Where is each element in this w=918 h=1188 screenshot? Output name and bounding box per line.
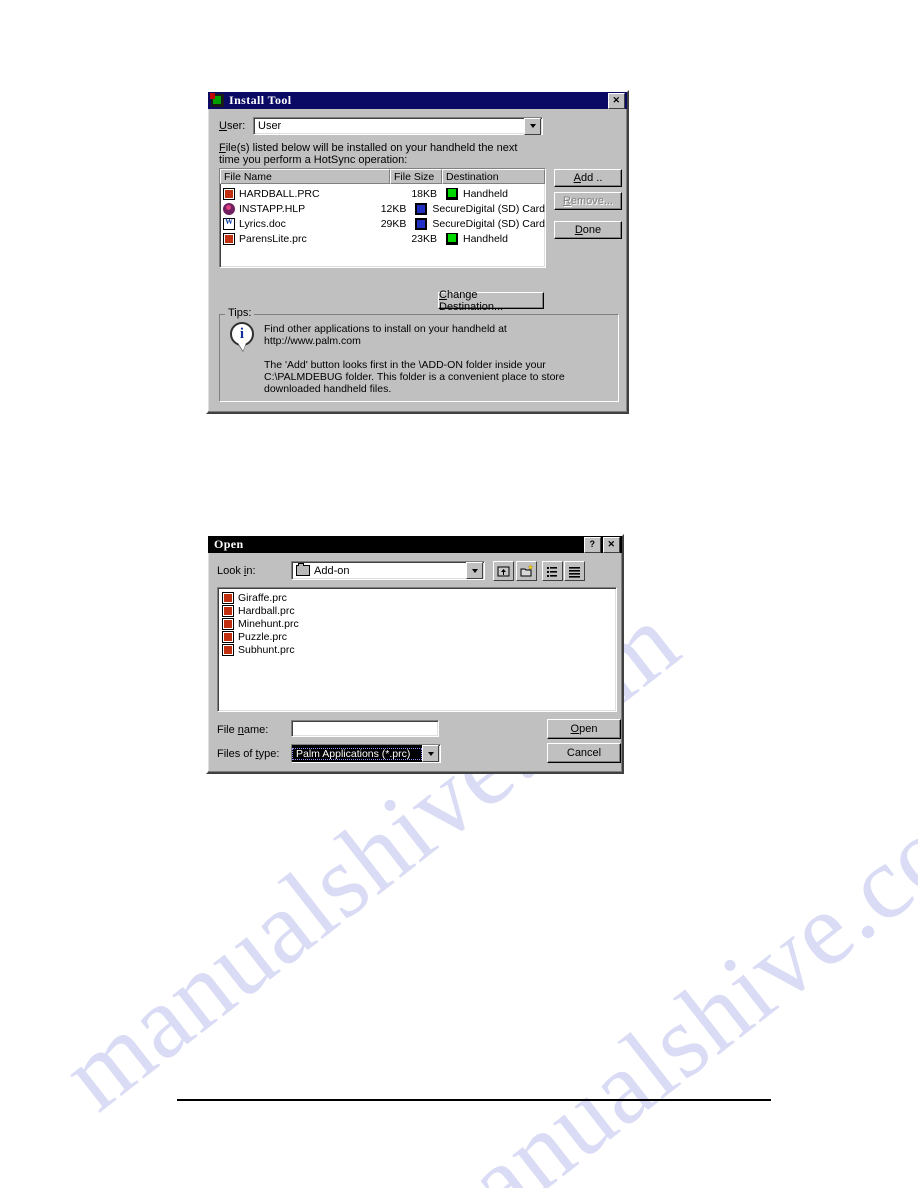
sd-card-icon	[415, 217, 428, 230]
list-item[interactable]: Hardball.prc	[218, 604, 616, 617]
file-name-input[interactable]	[291, 720, 439, 737]
palm-install-icon	[210, 93, 224, 107]
prc-app-icon	[222, 617, 234, 630]
prc-app-icon	[222, 643, 234, 656]
table-row[interactable]: ParensLite.prc 23KB Handheld	[220, 231, 545, 246]
file-name: Hardball.prc	[238, 604, 295, 617]
install-file-list-header: File Name File Size Destination	[220, 169, 545, 184]
file-destination: Handheld	[463, 187, 508, 200]
files-of-type-value: Palm Applications (*.prc)	[292, 747, 422, 760]
file-size: 29KB	[380, 217, 407, 230]
info-icon: i	[230, 322, 254, 346]
look-in-combobox[interactable]: Add-on	[291, 561, 485, 580]
file-destination: Handheld	[463, 232, 508, 245]
file-destination: SecureDigital (SD) Card	[432, 202, 545, 215]
tips-line-5: downloaded handheld files.	[264, 383, 392, 395]
sd-card-icon	[415, 202, 428, 215]
watermark-text: manualshive.com	[381, 742, 918, 1188]
word-doc-icon	[223, 217, 235, 230]
instructions-line-1: File(s) listed below will be installed o…	[219, 142, 518, 154]
look-in-label: Look in:	[217, 565, 256, 577]
chevron-down-icon[interactable]	[466, 562, 483, 579]
done-button[interactable]: Done	[554, 221, 622, 239]
open-dialog-title: Open	[214, 537, 244, 551]
files-of-type-combobox[interactable]: Palm Applications (*.prc)	[291, 744, 441, 763]
details-view-icon[interactable]	[564, 561, 585, 581]
install-tool-dialog: Install Tool ✕ User: User File(s) listed…	[206, 90, 629, 414]
open-button[interactable]: Open	[547, 719, 621, 739]
open-file-list[interactable]: Giraffe.prc Hardball.prc Minehunt.prc Pu…	[217, 587, 617, 712]
close-icon[interactable]: ✕	[603, 536, 620, 553]
file-name-label: File name:	[217, 724, 269, 736]
handheld-icon	[446, 232, 458, 245]
file-name: Minehunt.prc	[238, 617, 299, 630]
column-header-destination[interactable]: Destination	[442, 169, 545, 184]
help-icon[interactable]: ?	[584, 536, 601, 553]
install-tool-title: Install Tool	[229, 93, 292, 107]
file-name: Puzzle.prc	[238, 630, 288, 643]
list-view-icon[interactable]	[542, 561, 563, 581]
footer-divider	[177, 1099, 771, 1101]
tips-heading: Tips:	[225, 307, 255, 319]
tips-line-3: The 'Add' button looks first in the \ADD…	[264, 359, 546, 371]
file-name: Lyrics.doc	[239, 217, 286, 230]
handheld-icon	[446, 187, 458, 200]
help-file-icon	[223, 202, 235, 215]
column-header-file-name[interactable]: File Name	[220, 169, 390, 184]
list-item[interactable]: Subhunt.prc	[218, 643, 616, 656]
install-tool-titlebar[interactable]: Install Tool ✕	[208, 92, 627, 109]
add-button[interactable]: Add ..	[554, 169, 622, 187]
file-name: Giraffe.prc	[238, 591, 287, 604]
open-dialog-titlebar[interactable]: Open ? ✕	[208, 536, 622, 553]
close-icon[interactable]: ✕	[608, 92, 625, 109]
install-file-list[interactable]: File Name File Size Destination HARDBALL…	[219, 168, 546, 268]
chevron-down-icon[interactable]	[524, 117, 541, 135]
list-item[interactable]: Puzzle.prc	[218, 630, 616, 643]
up-one-level-icon[interactable]	[493, 561, 514, 581]
remove-button: Remove...	[554, 192, 622, 210]
list-item[interactable]: Minehunt.prc	[218, 617, 616, 630]
file-name: HARDBALL.PRC	[239, 187, 320, 200]
file-size: 18KB	[411, 187, 437, 200]
prc-app-icon	[222, 630, 234, 643]
new-folder-icon[interactable]	[516, 561, 537, 581]
folder-icon	[296, 563, 310, 576]
prc-app-icon	[222, 604, 234, 617]
prc-app-icon	[222, 591, 234, 604]
chevron-down-icon[interactable]	[422, 745, 439, 762]
table-row[interactable]: HARDBALL.PRC 18KB Handheld	[220, 186, 545, 201]
table-row[interactable]: INSTAPP.HLP 12KB SecureDigital (SD) Card	[220, 201, 545, 216]
prc-app-icon	[223, 187, 235, 200]
user-combobox[interactable]: User	[253, 117, 543, 135]
list-item[interactable]: Giraffe.prc	[218, 591, 616, 604]
file-size: 23KB	[411, 232, 437, 245]
change-destination-button[interactable]: Change Destination...	[438, 289, 544, 313]
file-name: Subhunt.prc	[238, 643, 295, 656]
table-row[interactable]: Lyrics.doc 29KB SecureDigital (SD) Card	[220, 216, 545, 231]
tips-line-4: C:\PALMDEBUG folder. This folder is a co…	[264, 371, 565, 383]
look-in-value: Add-on	[314, 564, 350, 577]
column-header-file-size[interactable]: File Size	[390, 169, 442, 184]
file-size: 12KB	[380, 202, 407, 215]
file-name: ParensLite.prc	[239, 232, 307, 245]
cancel-button[interactable]: Cancel	[547, 743, 621, 763]
file-destination: SecureDigital (SD) Card	[432, 217, 545, 230]
file-name: INSTAPP.HLP	[239, 202, 306, 215]
user-value: User	[258, 120, 282, 132]
files-of-type-label: Files of type:	[217, 748, 280, 760]
instructions-line-2: time you perform a HotSync operation:	[219, 154, 408, 166]
tips-line-1: Find other applications to install on yo…	[264, 323, 507, 335]
user-label: User:	[219, 120, 246, 132]
prc-app-icon	[223, 232, 235, 245]
tips-line-2: http://www.palm.com	[264, 335, 361, 347]
open-dialog: Open ? ✕ Look in: Add-on Giraffe.prc Har…	[206, 534, 624, 774]
